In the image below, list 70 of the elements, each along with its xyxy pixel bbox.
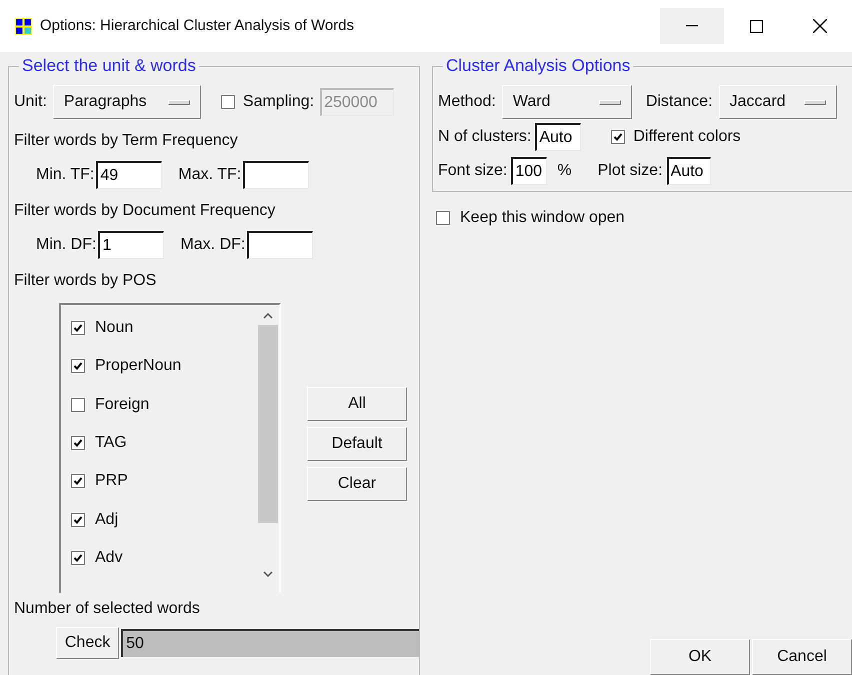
input-field[interactable]: [247, 231, 314, 259]
checkbox[interactable]: [71, 398, 85, 412]
checkbox[interactable]: [71, 359, 85, 374]
label: Sampling:: [242, 92, 314, 112]
input-field[interactable]: Auto: [666, 157, 711, 185]
label: Font size:: [438, 161, 508, 181]
input-field[interactable]: 49: [96, 161, 162, 189]
close-icon: [813, 19, 827, 33]
button[interactable]: Check: [56, 627, 120, 659]
check-icon: [73, 476, 83, 486]
label: N of clusters:: [438, 127, 532, 147]
checkbox[interactable]: [71, 474, 85, 488]
input-field[interactable]: [243, 161, 310, 189]
section-legend: Cluster Analysis Options: [443, 56, 634, 76]
label: Distance:: [646, 92, 713, 112]
list-item-label: Adv: [95, 548, 123, 568]
label: Different colors: [633, 127, 741, 147]
scroll-up-icon: [263, 313, 273, 319]
check-icon: [73, 514, 83, 525]
checkbox[interactable]: [71, 321, 85, 336]
check-icon: [73, 361, 83, 372]
list-item-label: Noun: [95, 318, 134, 338]
list-item-label: ProperNoun: [95, 356, 182, 376]
dropdown-button[interactable]: Jaccard: [718, 85, 837, 119]
button[interactable]: All: [307, 387, 407, 421]
button[interactable]: OK: [650, 639, 750, 675]
check-icon: [613, 132, 624, 142]
maximize-icon: [750, 20, 762, 32]
label: %: [557, 161, 572, 181]
scrollbar-thumb[interactable]: [258, 325, 278, 523]
label: Filter words by Term Frequency: [14, 131, 239, 151]
checkbox[interactable]: [436, 211, 450, 225]
input-field[interactable]: 1: [98, 231, 164, 259]
dropdown-indicator-icon: [168, 100, 190, 104]
label: Method:: [438, 92, 496, 112]
label: Max. DF:: [180, 235, 246, 255]
window-title: Options: Hierarchical Cluster Analysis of Words: [40, 16, 354, 36]
list-item-label: Adj: [95, 510, 118, 530]
checkbox[interactable]: [71, 512, 85, 527]
label: Min. DF:: [36, 235, 96, 255]
button[interactable]: Default: [307, 427, 407, 461]
count-field[interactable]: 50: [121, 629, 419, 657]
label: Max. TF:: [178, 165, 242, 185]
label: Number of selected words: [14, 599, 201, 619]
minimize-icon: [686, 25, 698, 27]
label: Plot size:: [598, 161, 663, 181]
dropdown-button[interactable]: Paragraphs: [52, 85, 201, 119]
check-icon: [73, 438, 83, 448]
checkbox[interactable]: [71, 436, 85, 450]
label: Keep this window open: [460, 208, 625, 228]
checkbox[interactable]: [611, 130, 626, 144]
button[interactable]: Cancel: [752, 639, 852, 675]
list-item-label: TAG: [95, 433, 127, 454]
list-item-label: PRP: [95, 471, 128, 492]
dropdown-indicator-icon: [804, 100, 826, 104]
check-icon: [73, 323, 83, 334]
label: Filter words by Document Frequency: [14, 201, 276, 221]
app-icon: [15, 18, 32, 34]
label: Filter words by POS: [14, 271, 158, 291]
input-field[interactable]: Auto: [535, 123, 582, 151]
check-icon: [73, 552, 83, 563]
label: Min. TF:: [36, 165, 94, 185]
input-field[interactable]: 100: [511, 157, 548, 185]
checkbox[interactable]: [71, 550, 85, 565]
button[interactable]: Clear: [307, 467, 407, 501]
list-item-label: Foreign: [95, 394, 150, 415]
dropdown-button[interactable]: Ward: [502, 85, 632, 119]
label: Unit:: [14, 92, 47, 112]
dropdown-indicator-icon: [598, 100, 621, 104]
scroll-down-icon: [263, 571, 273, 577]
